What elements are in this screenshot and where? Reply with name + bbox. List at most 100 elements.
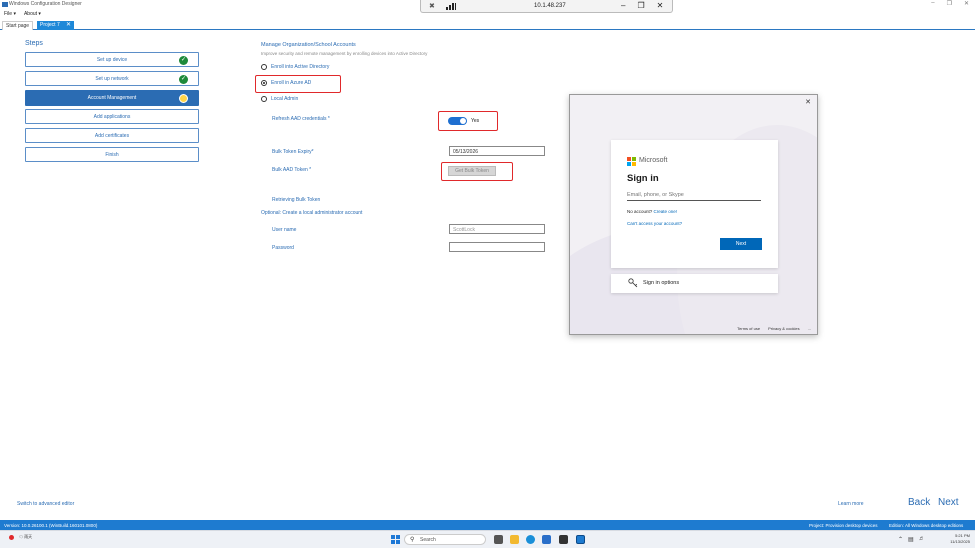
taskbar-clock[interactable]: 5:21 PM 11/13/2025	[944, 533, 970, 545]
chevron-up-icon[interactable]: ⌃	[898, 536, 903, 543]
status-edition: Edition: All Windows desktop editions	[889, 523, 964, 528]
tab-strip: Start page Project 7 ✕	[0, 20, 975, 30]
step-set-up-network[interactable]: Set up network ✓	[25, 71, 199, 86]
step-label: Set up device	[96, 57, 128, 63]
sign-in-card: Microsoft Sign in No account? Create one…	[611, 140, 778, 268]
step-add-certificates[interactable]: Add certificates	[25, 128, 199, 143]
terminal-icon[interactable]	[559, 535, 568, 544]
refresh-credentials-label: Refresh AAD credentials *	[272, 116, 330, 122]
next-button[interactable]: Next	[938, 497, 959, 508]
checkmark-icon: ✓	[179, 75, 188, 84]
password-field[interactable]	[449, 242, 545, 252]
window-controls: – ❐ ✕	[931, 0, 969, 7]
highlight-box	[438, 111, 498, 131]
step-label: Add certificates	[94, 133, 130, 139]
weather-text: ☁ 雨天	[19, 534, 33, 539]
remote-close-icon[interactable]: ✕	[657, 1, 664, 10]
sign-in-options-label: Sign in options	[643, 280, 680, 286]
taskbar: ☁ 雨天 ⚲ Search ⌃ ▤ ♬ 5:21 PM 11/13/2025	[0, 530, 975, 548]
store-icon[interactable]	[542, 535, 551, 544]
remote-restore-icon[interactable]: ❐	[637, 1, 644, 10]
username-field[interactable]: ScottLock	[449, 224, 545, 234]
checkmark-icon: ✓	[179, 56, 188, 65]
sign-in-title: Sign in	[627, 173, 659, 184]
more-options-icon[interactable]: ...	[808, 326, 811, 331]
remote-connection-bar: ✖ 10.1.48.237 – ❐ ✕	[420, 0, 673, 13]
tab-project-label: Project 7	[40, 22, 60, 28]
retrieving-status: Retrieving Bulk Token	[272, 197, 321, 203]
step-label: Add applications	[93, 114, 131, 120]
clock-date: 11/13/2025	[950, 539, 970, 544]
step-label: Account Management	[87, 95, 137, 101]
tab-start-page[interactable]: Start page	[2, 21, 34, 30]
get-bulk-token-button[interactable]: Get Bulk Token	[448, 166, 496, 176]
maximize-icon[interactable]: ❐	[947, 0, 952, 7]
refresh-credentials-toggle[interactable]	[448, 117, 467, 125]
step-label: Set up network	[95, 76, 129, 82]
privacy-link[interactable]: Privacy & cookies	[768, 326, 800, 331]
current-step-icon	[179, 94, 188, 103]
dialog-footer: Terms of use Privacy & cookies ...	[737, 326, 811, 331]
status-bar: Version: 10.0.26100.1 (WinBuild.160101.0…	[0, 520, 975, 530]
minimize-icon[interactable]: –	[931, 0, 934, 7]
step-finish[interactable]: Finish	[25, 147, 199, 162]
file-explorer-icon[interactable]	[510, 535, 519, 544]
radio-button-checked[interactable]	[261, 80, 267, 86]
search-icon: ⚲	[410, 537, 415, 543]
radio-label: Local Admin	[271, 96, 299, 102]
step-add-applications[interactable]: Add applications	[25, 109, 199, 124]
app-title: Windows Configuration Designer	[9, 1, 82, 7]
network-icon[interactable]: ▤	[908, 536, 914, 543]
sign-in-options-button[interactable]: Sign in options	[611, 274, 778, 293]
tab-project[interactable]: Project 7 ✕	[37, 21, 74, 30]
switch-advanced-editor-link[interactable]: Switch to advanced editor	[17, 501, 74, 507]
key-icon	[628, 278, 638, 288]
remote-minimize-icon[interactable]: –	[621, 1, 625, 10]
configuration-designer-icon[interactable]	[576, 535, 585, 544]
status-version: Version: 10.0.26100.1 (WinBuild.160101.0…	[4, 523, 98, 528]
weather-icon	[9, 535, 14, 540]
optional-section-title: Optional: Create a local administrator a…	[261, 210, 363, 216]
app-icon	[2, 2, 8, 7]
terms-link[interactable]: Terms of use	[737, 326, 760, 331]
close-icon[interactable]: ✕	[964, 0, 969, 7]
step-set-up-device[interactable]: Set up device ✓	[25, 52, 199, 67]
microsoft-brand: Microsoft	[639, 157, 668, 164]
tab-close-icon[interactable]: ✕	[66, 21, 71, 28]
signal-icon	[446, 3, 456, 10]
menu-bar: File ▾ About ▾	[0, 11, 41, 19]
bulk-token-label: Bulk AAD Token *	[272, 167, 312, 173]
windows-start-icon[interactable]	[391, 535, 400, 544]
cant-access-link[interactable]: Can't access your account?	[627, 221, 682, 226]
system-tray: ⌃ ▤ ♬	[898, 536, 925, 543]
volume-icon[interactable]: ♬	[919, 536, 925, 543]
sign-in-dialog: ✕ Microsoft Sign in No account? Create o…	[569, 94, 818, 335]
remote-window-controls: – ❐ ✕	[621, 1, 663, 10]
radio-label: Enroll in Azure AD	[271, 80, 312, 86]
token-expiry-field[interactable]: 05/13/2026	[449, 146, 545, 156]
learn-more-link[interactable]: Learn more	[838, 501, 864, 507]
radio-button[interactable]	[261, 96, 267, 102]
token-expiry-label: Bulk Token Expiry*	[272, 149, 314, 155]
create-account-link[interactable]: Create one!	[654, 209, 678, 214]
back-button[interactable]: Back	[908, 497, 930, 508]
menu-file[interactable]: File ▾	[4, 11, 16, 19]
form-title: Manage Organization/School Accounts	[261, 42, 356, 48]
step-label: Finish	[105, 152, 119, 158]
pin-icon[interactable]: ✖	[429, 2, 435, 10]
radio-local-admin[interactable]: Local Admin	[261, 95, 298, 103]
status-project: Project: Provision desktop devices	[809, 523, 878, 528]
taskbar-search[interactable]: ⚲ Search	[404, 534, 486, 545]
close-icon[interactable]: ✕	[805, 98, 811, 106]
radio-enroll-active-directory[interactable]: Enroll into Active Directory	[261, 63, 329, 71]
sign-in-next-button[interactable]: Next	[720, 238, 762, 250]
radio-enroll-azure-ad[interactable]: Enroll in Azure AD	[261, 79, 311, 87]
no-account-text: No account? Create one!	[627, 209, 678, 214]
task-view-icon[interactable]	[494, 535, 503, 544]
radio-button[interactable]	[261, 64, 267, 70]
edge-browser-icon[interactable]	[526, 535, 535, 544]
password-label: Password	[272, 245, 294, 251]
step-account-management[interactable]: Account Management	[25, 90, 199, 106]
email-input[interactable]	[627, 190, 761, 201]
menu-about[interactable]: About ▾	[24, 11, 41, 19]
